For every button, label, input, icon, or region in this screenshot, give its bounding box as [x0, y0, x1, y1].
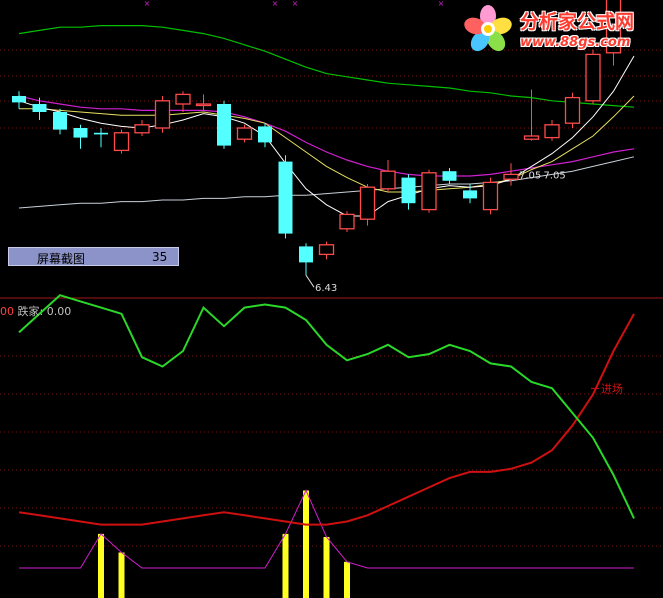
chart-stage: { "logo": { "title": "分析家公式网", "url": "w…: [0, 0, 663, 598]
signal-bar-15: [323, 537, 330, 598]
flower-logo-icon: [464, 5, 512, 52]
ma-white-line: [18, 55, 635, 217]
candle-body-7: [154, 100, 171, 129]
candle-body-3: [73, 128, 88, 138]
signal-bar-16: [344, 561, 350, 598]
candle-body-27: [564, 96, 581, 124]
ma-yellow-line: [19, 95, 635, 193]
indicator-green-line: [18, 294, 635, 519]
indicator-prefix: 00: [0, 305, 14, 318]
candle-body-12: [258, 126, 272, 143]
indicator-header: 00 跌家: 0.00: [0, 303, 71, 319]
candle-body-11: [236, 127, 253, 140]
candle-body-14: [299, 246, 313, 263]
candle-body-15: [318, 244, 335, 256]
signal-bar-5: [118, 552, 125, 598]
stock-chart: × × × × 6.43 7.05 7.05 进场: [0, 0, 663, 598]
signal-bar-14: [303, 490, 309, 598]
signal-bar-13: [282, 533, 289, 598]
candle-body-8: [175, 93, 191, 105]
logo-title: 分析家公式网: [520, 11, 635, 33]
candle-body-25: [523, 135, 540, 140]
top-marker-2: ×: [292, 0, 299, 8]
candle-body-1: [32, 104, 47, 112]
signal-bar-4: [98, 533, 104, 598]
screenshot-tooltip: 屏幕截图 35: [8, 247, 179, 266]
entry-label: 进场: [601, 381, 623, 395]
candle-body-23: [482, 181, 499, 211]
candle-body-18: [380, 170, 396, 190]
low-pointer: [305, 274, 315, 288]
candle-body-13: [278, 161, 293, 234]
ma-magenta-line: [18, 95, 635, 177]
logo-url[interactable]: www.88gs.com: [520, 35, 630, 50]
indicator-name: 跌家: 0.00: [17, 305, 72, 318]
candle-body-20: [421, 172, 437, 211]
mid-label-2: 7.05: [544, 170, 566, 181]
candle-body-17: [359, 186, 376, 220]
site-logo: 分析家公式网 www.88gs.com: [462, 2, 660, 56]
candle-body-19: [401, 177, 416, 204]
ma-faint-line: [18, 156, 635, 209]
candle-body-26: [544, 124, 560, 139]
candle-body-21: [442, 171, 457, 181]
candle-body-10: [217, 104, 231, 146]
candle-body-22: [463, 190, 477, 199]
candle-body-9: [195, 103, 212, 107]
candle-body-16: [339, 213, 355, 230]
candle-body-2: [53, 112, 67, 130]
mid-label: 7.05: [519, 170, 541, 181]
tooltip-title: 屏幕截图: [37, 252, 86, 266]
candle-body-4: [94, 132, 108, 135]
low-label: 6.43: [315, 283, 337, 294]
top-marker-3: ×: [438, 0, 445, 8]
candle-body-6: [134, 124, 150, 134]
tooltip-value: 35: [152, 250, 168, 264]
candle-body-0: [12, 96, 26, 103]
top-marker-0: ×: [144, 0, 151, 8]
candle-body-5: [113, 132, 130, 152]
candle-body-24: [503, 173, 519, 180]
candle-body-28: [585, 53, 601, 102]
top-marker-1: ×: [272, 0, 279, 8]
